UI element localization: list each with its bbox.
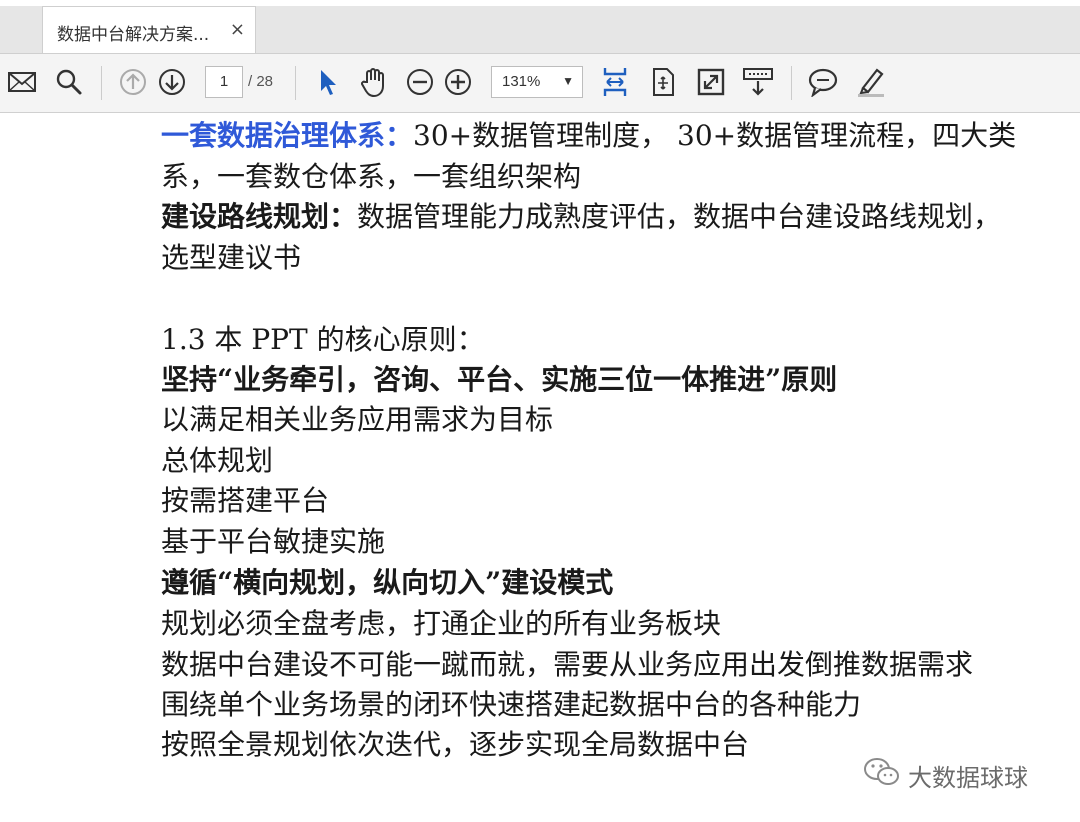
doc-line: 一套数据治理体系：30+数据管理制度， 30+数据管理流程，四大类 <box>161 116 1016 156</box>
comment-icon[interactable] <box>806 65 840 99</box>
page-total: / 28 <box>248 73 274 90</box>
zoom-in-icon[interactable] <box>441 65 475 99</box>
list-item: 总体规划 <box>161 444 274 477</box>
next-page-icon[interactable] <box>155 65 189 99</box>
section-heading: 1.3 本 PPT 的核心原则： <box>161 323 485 356</box>
fit-page-icon[interactable] <box>646 65 680 99</box>
toolbar-separator <box>791 66 792 100</box>
full-screen-icon[interactable] <box>694 65 728 99</box>
tab-title: 数据中台解决方案... <box>57 25 210 45</box>
tab-bar: 数据中台解决方案... × <box>0 6 1080 54</box>
principle-heading: 坚持“业务牵引，咨询、平台、实施三位一体推进”原则 <box>161 363 838 396</box>
chevron-down-icon: ▼ <box>562 74 574 88</box>
highlight-icon[interactable] <box>854 65 888 99</box>
doc-line-bold: 一套数据治理体系： <box>161 119 414 152</box>
zoom-select[interactable]: 131% ▼ <box>491 66 583 98</box>
doc-line-bold: 建设路线规划： <box>161 200 358 233</box>
read-mode-icon[interactable] <box>741 65 775 99</box>
wechat-icon <box>862 756 902 794</box>
zoom-out-icon[interactable] <box>403 65 437 99</box>
mail-icon[interactable] <box>5 65 39 99</box>
principle-heading: 遵循“横向规划，纵向切入”建设模式 <box>161 566 614 599</box>
list-item: 按照全景规划依次迭代，逐步实现全局数据中台 <box>161 728 750 761</box>
zoom-value: 131% <box>502 73 541 90</box>
select-tool-icon[interactable] <box>310 65 344 99</box>
list-item: 基于平台敏捷实施 <box>161 525 386 558</box>
list-item: 规划必须全盘考虑，打通企业的所有业务板块 <box>161 607 722 640</box>
watermark-text: 大数据球球 <box>908 763 1028 792</box>
watermark: 大数据球球 <box>862 757 1028 793</box>
prev-page-icon[interactable] <box>116 65 150 99</box>
fit-width-icon[interactable] <box>598 65 632 99</box>
tab-close-icon[interactable]: × <box>230 19 245 40</box>
doc-line-text: 数据管理能力成熟度评估，数据中台建设路线规划， <box>357 200 1002 233</box>
doc-line: 系，一套数仓体系，一套组织架构 <box>161 160 582 193</box>
doc-line: 建设路线规划：数据管理能力成熟度评估，数据中台建设路线规划， <box>161 197 1001 237</box>
list-item: 按需搭建平台 <box>161 484 330 517</box>
list-item: 围绕单个业务场景的闭环快速搭建起数据中台的各种能力 <box>161 688 862 721</box>
tab-document[interactable]: 数据中台解决方案... × <box>42 6 256 53</box>
doc-line: 选型建议书 <box>161 241 302 274</box>
search-icon[interactable] <box>52 65 86 99</box>
toolbar-separator <box>295 66 296 100</box>
hand-tool-icon[interactable] <box>356 65 390 99</box>
toolbar-separator <box>101 66 102 100</box>
doc-line-text: 30+数据管理制度， 30+数据管理流程，四大类 <box>413 119 1017 152</box>
list-item: 以满足相关业务应用需求为目标 <box>161 403 554 436</box>
page-number-input[interactable]: 1 <box>205 66 243 98</box>
list-item: 数据中台建设不可能一蹴而就，需要从业务应用出发倒推数据需求 <box>161 648 974 681</box>
